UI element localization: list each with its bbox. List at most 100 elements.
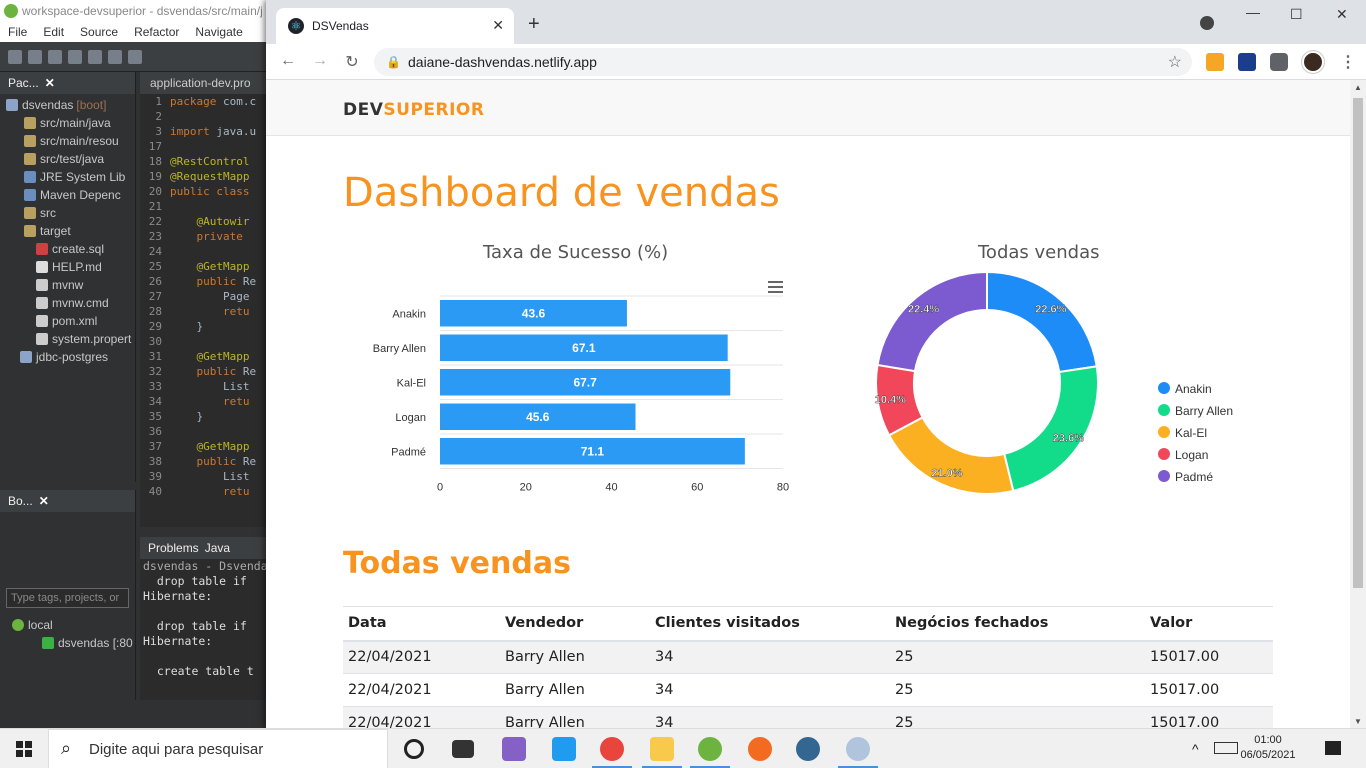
tree-item-local[interactable]: local [0,616,135,634]
table-cell: 34 [650,640,890,674]
spring-tools-icon[interactable] [698,737,722,761]
new-tab-button[interactable]: + [528,14,540,34]
kebab-menu-icon[interactable]: ⋮ [1340,52,1356,72]
postman-icon[interactable] [748,737,772,761]
tree-item-label: create.sql [52,242,105,256]
minimize-button[interactable]: — [1246,4,1260,20]
scroll-up-icon[interactable]: ▲ [1354,83,1362,92]
menu-navigate[interactable]: Navigate [187,22,250,42]
chart-menu-icon[interactable] [768,281,783,293]
system-clock[interactable]: 01:00 06/05/2021 [1238,733,1298,763]
project-icon [6,99,18,111]
save-all-icon[interactable] [48,49,62,64]
cortana-icon[interactable] [404,739,424,759]
postgresql-icon[interactable] [796,737,820,761]
puzzle-icon[interactable] [1270,53,1288,71]
menu-refactor[interactable]: Refactor [126,22,187,42]
print-icon[interactable] [68,49,82,64]
page-viewport: DEVSUPERIOR Dashboard de vendas Taxa de … [266,80,1350,728]
run-icon[interactable] [108,49,122,64]
close-button[interactable]: ✕ [1336,6,1348,23]
debug-icon[interactable] [88,49,102,64]
code-line: 30 [148,335,162,348]
scrollbar-thumb[interactable] [1353,98,1363,588]
tools-icon[interactable] [128,49,142,64]
package-explorer-tab[interactable]: Pac... ✕ [0,72,135,94]
avatar[interactable] [1302,51,1324,73]
tree-item-label: mvnw [52,278,84,292]
tree-item[interactable]: JRE System Lib [0,168,135,186]
notifications-icon[interactable] [1325,741,1341,755]
sql-file-icon [36,243,48,255]
console-line: create table t [143,664,254,678]
react-icon: ⚛ [288,18,304,34]
close-icon[interactable]: ✕ [492,17,504,34]
tree-item-app[interactable]: dsvendas [:80 [0,634,135,652]
brand-logo[interactable]: DEVSUPERIOR [343,100,484,120]
chevron-up-icon[interactable]: ^ [1192,741,1199,768]
tab-javadoc[interactable]: Java [205,541,230,555]
reload-icon[interactable]: ↻ [342,52,362,72]
code-line: 34 retu [148,395,250,408]
task-view-icon[interactable] [452,740,474,758]
tree-item[interactable]: src/main/java [0,114,135,132]
editor-tab[interactable]: application-dev.pro [140,72,266,94]
vscode-icon[interactable] [552,737,576,761]
menu-source[interactable]: Source [72,22,126,42]
x-tick-label: 80 [777,482,789,494]
tree-item[interactable]: jdbc-postgres [0,348,135,366]
bookmark-star-icon[interactable]: ☆ [1168,52,1182,72]
clock-time: 01:00 [1254,734,1282,746]
category-label: Barry Allen [373,343,426,355]
tree-item[interactable]: mvnw [0,276,135,294]
menu-edit[interactable]: Edit [35,22,72,42]
folder-icon [24,207,36,219]
tree-item[interactable]: HELP.md [0,258,135,276]
donut-chart-title: Todas vendas [978,242,1100,263]
tree-item[interactable]: target [0,222,135,240]
tree-item[interactable]: system.propert [0,330,135,348]
keyboard-icon[interactable] [1214,742,1238,754]
tree-item[interactable]: src/test/java [0,150,135,168]
back-icon[interactable]: ← [278,52,298,70]
tree-project[interactable]: dsvendas [boot] [0,96,135,114]
tree-item[interactable]: src [0,204,135,222]
windows-start-icon[interactable] [16,741,32,757]
category-label: Kal-El [397,377,426,389]
browser-tab[interactable]: ⚛ DSVendas ✕ [276,8,514,44]
visual-studio-icon[interactable] [502,737,526,761]
close-icon[interactable]: ✕ [45,76,55,90]
save-icon[interactable] [28,49,42,64]
tab-search-icon[interactable] [1200,16,1214,30]
chart-menu-line [768,281,783,283]
filter-input[interactable]: Type tags, projects, or [6,588,129,608]
slice-data-label: 22.6% [1035,304,1066,316]
tree-item[interactable]: create.sql [0,240,135,258]
page-scrollbar[interactable]: ▲ ▼ [1350,80,1366,728]
package-folder-icon [24,135,36,147]
code-editor[interactable]: application-dev.pro 1 package com.c 2 3 impo… [140,72,266,527]
scroll-down-icon[interactable]: ▼ [1354,717,1362,726]
code-line: 20 public class [148,185,250,198]
tree-item[interactable]: pom.xml [0,312,135,330]
address-bar[interactable]: 🔒 daiane-dashvendas.netlify.app ☆ [374,48,1192,76]
chrome-icon[interactable] [600,737,624,761]
forward-icon[interactable]: → [310,52,330,70]
tree-item[interactable]: mvnw.cmd [0,294,135,312]
maximize-button[interactable]: ☐ [1290,6,1303,23]
console-output: drop table if Hibernate: drop table if Hib… [140,574,266,679]
tree-item[interactable]: Maven Depenc [0,186,135,204]
code-area[interactable]: 1 package com.c 2 3 import java.u 17 18 @RestCo… [140,94,266,499]
close-icon[interactable]: ✕ [39,494,49,508]
table-cell: 22/04/2021 [343,673,500,707]
extension-icon[interactable] [1238,53,1256,71]
menu-file[interactable]: File [0,22,35,42]
boot-dashboard-tab[interactable]: Bo... ✕ [0,490,135,512]
paint-icon[interactable] [846,737,870,761]
extension-icon[interactable] [1206,53,1224,71]
file-explorer-icon[interactable] [650,737,674,761]
taskbar-search[interactable]: ⌕ Digite aqui para pesquisar [48,729,388,768]
tab-problems[interactable]: Problems [148,541,199,555]
tree-item[interactable]: src/main/resou [0,132,135,150]
new-icon[interactable] [8,49,22,64]
